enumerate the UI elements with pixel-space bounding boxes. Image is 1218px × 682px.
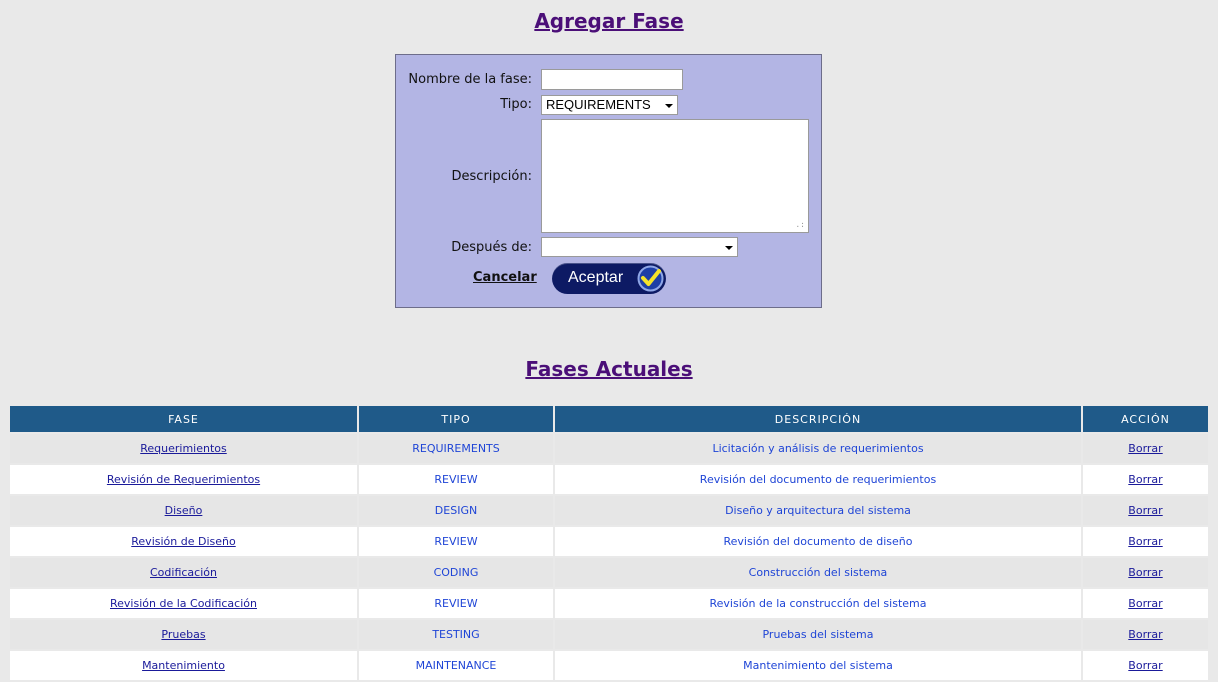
phase-name-link[interactable]: Diseño [165, 504, 203, 517]
phase-type: REQUIREMENTS [359, 434, 553, 463]
table-row: Codificación CODING Construcción del sis… [10, 558, 1208, 587]
description-textarea[interactable]: .: [541, 119, 809, 233]
column-header-tipo: TIPO [359, 406, 553, 432]
phase-type: TESTING [359, 620, 553, 649]
table-row: Mantenimiento MAINTENANCE Mantenimiento … [10, 651, 1208, 680]
phase-description: Pruebas del sistema [555, 620, 1081, 649]
delete-link[interactable]: Borrar [1128, 566, 1162, 579]
type-select-value: REQUIREMENTS [546, 97, 651, 112]
phase-type: DESIGN [359, 496, 553, 525]
table-row: Revisión de Requerimientos REVIEW Revisi… [10, 465, 1208, 494]
table-row: Requerimientos REQUIREMENTS Licitación y… [10, 434, 1208, 463]
delete-link[interactable]: Borrar [1128, 473, 1162, 486]
phase-name-link[interactable]: Revisión de Diseño [131, 535, 235, 548]
delete-link[interactable]: Borrar [1128, 442, 1162, 455]
phase-name-link[interactable]: Mantenimiento [142, 659, 225, 672]
phase-description: Construcción del sistema [555, 558, 1081, 587]
phase-name-input[interactable] [541, 69, 683, 90]
type-select[interactable]: REQUIREMENTS [541, 95, 678, 115]
accept-button[interactable]: Aceptar [552, 263, 666, 294]
phase-description: Mantenimiento del sistema [555, 651, 1081, 680]
table-row: Revisión de la Codificación REVIEW Revis… [10, 589, 1208, 618]
delete-link[interactable]: Borrar [1128, 535, 1162, 548]
column-header-accion: ACCIÓN [1083, 406, 1208, 432]
table-row: Pruebas TESTING Pruebas del sistema Borr… [10, 620, 1208, 649]
accept-button-label: Aceptar [568, 269, 624, 286]
phase-type: REVIEW [359, 589, 553, 618]
phase-description: Revisión del documento de requerimientos [555, 465, 1081, 494]
description-label: Descripción: [451, 169, 532, 184]
phase-name-label: Nombre de la fase: [408, 72, 532, 87]
column-header-fase: FASE [10, 406, 357, 432]
phase-name-link[interactable]: Revisión de la Codificación [110, 597, 257, 610]
phase-name-link[interactable]: Codificación [150, 566, 217, 579]
phase-name-link[interactable]: Pruebas [161, 628, 205, 641]
phase-type: REVIEW [359, 527, 553, 556]
column-header-descripcion: DESCRIPCIÓN [555, 406, 1081, 432]
after-select[interactable] [541, 237, 738, 257]
phases-table: FASE TIPO DESCRIPCIÓN ACCIÓN Requerimien… [8, 404, 1210, 682]
resize-grip-icon[interactable]: .: [795, 221, 805, 229]
delete-link[interactable]: Borrar [1128, 597, 1162, 610]
phase-description: Revisión del documento de diseño [555, 527, 1081, 556]
after-label: Después de: [451, 240, 532, 255]
phase-type: REVIEW [359, 465, 553, 494]
phase-description: Revisión de la construcción del sistema [555, 589, 1081, 618]
phase-description: Licitación y análisis de requerimientos [555, 434, 1081, 463]
table-row: Diseño DESIGN Diseño y arquitectura del … [10, 496, 1208, 525]
add-phase-form: Nombre de la fase: Tipo: REQUIREMENTS De… [395, 54, 822, 308]
table-row: Revisión de Diseño REVIEW Revisión del d… [10, 527, 1208, 556]
table-header-row: FASE TIPO DESCRIPCIÓN ACCIÓN [10, 406, 1208, 432]
delete-link[interactable]: Borrar [1128, 659, 1162, 672]
phase-name-link[interactable]: Revisión de Requerimientos [107, 473, 260, 486]
delete-link[interactable]: Borrar [1128, 504, 1162, 517]
chevron-down-icon [725, 246, 733, 250]
chevron-down-icon [665, 104, 673, 108]
phase-type: CODING [359, 558, 553, 587]
add-phase-title: Agregar Fase [534, 9, 684, 33]
phase-name-link[interactable]: Requerimientos [140, 442, 227, 455]
check-icon [637, 265, 664, 292]
type-label: Tipo: [500, 97, 532, 112]
cancel-link[interactable]: Cancelar [473, 270, 537, 285]
delete-link[interactable]: Borrar [1128, 628, 1162, 641]
current-phases-title: Fases Actuales [525, 357, 693, 381]
phase-type: MAINTENANCE [359, 651, 553, 680]
phase-description: Diseño y arquitectura del sistema [555, 496, 1081, 525]
